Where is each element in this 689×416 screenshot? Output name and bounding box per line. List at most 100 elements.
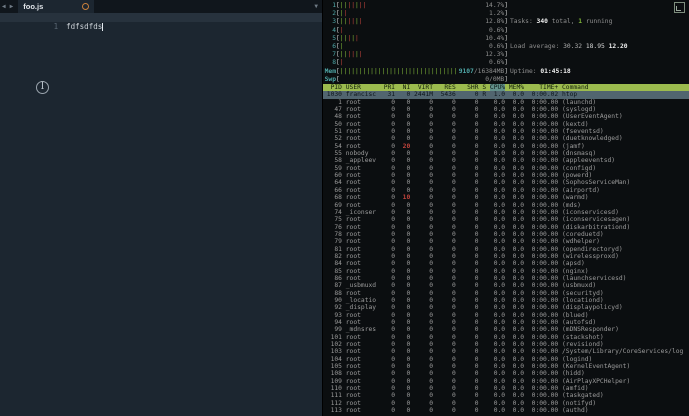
memory-label: Mem [324, 67, 336, 75]
process-row[interactable]: 68 root 0 10 0 0 0 0.0 0.0 0:00.00 (warm… [323, 194, 689, 201]
tab-foo-js[interactable]: foo.js [18, 0, 95, 13]
cpu-meter-7: 7[|||||| 12.3%] [324, 51, 508, 59]
process-row[interactable]: 102 root 0 0 0 0 0 0.0 0.0 0:00.00 (revi… [323, 341, 689, 348]
maximize-pane-icon[interactable] [674, 2, 685, 13]
tab-scroll-left-icon[interactable]: ◀ [0, 0, 8, 13]
column-header-command[interactable]: Command [562, 84, 589, 91]
ibeam-pointer-icon: I [36, 79, 49, 94]
process-row[interactable]: 69 root 0 0 0 0 0 0.0 0.0 0:00.00 (mds) [323, 202, 689, 209]
memory-total: /16384MB [473, 67, 505, 75]
process-row[interactable]: 47 root 0 0 0 0 0 0.0 0.0 0:00.00 (syslo… [323, 106, 689, 113]
column-header-shr[interactable]: SHR [460, 84, 478, 91]
process-row[interactable]: 104 root 0 0 0 0 0 0.0 0.0 0:00.00 (logi… [323, 356, 689, 363]
process-row[interactable]: 90 _locatio 0 0 0 0 0 0.0 0.0 0:00.00 (l… [323, 297, 689, 304]
process-row[interactable]: 94 root 0 0 0 0 0 0.0 0.0 0:00.00 (autof… [323, 319, 689, 326]
process-row[interactable]: 86 root 0 0 0 0 0 0.0 0.0 0:00.00 (launc… [323, 275, 689, 282]
cpu-meter-3: 3[|||||| 12.8%] [324, 18, 508, 26]
process-row[interactable]: 87 _usbmuxd 0 0 0 0 0 0.0 0.0 0:00.00 (u… [323, 282, 689, 289]
process-row[interactable]: 50 root 0 0 0 0 0 0.0 0.0 0:00.00 (kextd… [323, 121, 689, 128]
cpu-meter-5: 5[||||| 10.4%] [324, 35, 508, 43]
process-row[interactable]: 66 root 0 0 0 0 0 0.0 0.0 0:00.00 (airpo… [323, 187, 689, 194]
process-row[interactable]: 105 root 0 0 0 0 0 0.0 0.0 0:00.00 (Kern… [323, 363, 689, 370]
meter-bar: || [339, 10, 348, 18]
cpu-id: 4 [332, 26, 336, 34]
tab-title: foo.js [23, 2, 44, 11]
process-row-selected[interactable]: 1030 francisc 31 0 2441M 5436 0 R 1.0 0.… [323, 91, 689, 99]
meter-bar: |||||| [339, 51, 363, 59]
column-header-res[interactable]: RES [437, 84, 455, 91]
swap-label: Swp [324, 75, 336, 83]
process-row[interactable]: 81 root 0 0 0 0 0 0.0 0.0 0:00.00 (opend… [323, 246, 689, 253]
process-table[interactable]: 1030 francisc 31 0 2441M 5436 0 R 1.0 0.… [323, 91, 689, 416]
editor-body[interactable]: 1 fdfsdfds I [0, 13, 322, 416]
meter-bar: | [339, 26, 344, 34]
column-header-pid[interactable]: PID [323, 84, 342, 91]
cpu-id: 3 [332, 18, 336, 26]
cpu-meter-list: 1[||||||| 14.7%] 2[|| 1.2%] 3[|||||| 12.8%] 4[… [324, 2, 508, 84]
current-code-line[interactable]: 1 fdfsdfds [0, 13, 322, 31]
column-header-virt[interactable]: VIRT [414, 84, 433, 91]
cpu-percent: 0.6% [489, 26, 505, 34]
process-row[interactable]: 52 root 0 0 0 0 0 0.0 0.0 0:00.00 (duetk… [323, 135, 689, 142]
cpu-meter-6: 6[| 0.6%] [324, 43, 508, 51]
process-row[interactable]: 84 root 0 0 0 0 0 0.0 0.0 0:00.00 (apsd) [323, 260, 689, 267]
load-average-line: Load average: 30.32 18.95 12.20 [510, 43, 628, 51]
cpu-percent: 14.7% [485, 2, 505, 9]
memory-used: 9107 [458, 67, 474, 75]
process-row[interactable]: 59 root 0 0 0 0 0 0.0 0.0 0:00.00 (confi… [323, 165, 689, 172]
process-row[interactable]: 64 root 0 0 0 0 0 0.0 0.0 0:00.00 (Sopho… [323, 179, 689, 186]
column-header-time[interactable]: TIME+ [528, 84, 558, 91]
process-row[interactable]: 74 _iconser 0 0 0 0 0 0.0 0.0 0:00.00 (i… [323, 209, 689, 216]
cpu-percent: 1.2% [489, 10, 505, 18]
process-table-header[interactable]: PID USER PRI NI VIRT RES SHR S CPU% MEM%… [323, 84, 689, 92]
process-row[interactable]: 54 root 0 20 0 0 0 0.0 0.0 0:00.00 (jamf… [323, 143, 689, 150]
column-header-ni[interactable]: NI [399, 84, 411, 91]
process-row[interactable]: 58 _appleev 0 0 0 0 0 0.0 0.0 0:00.00 (a… [323, 157, 689, 164]
process-row[interactable]: 55 nobody 0 0 0 0 0 0.0 0.0 0:00.00 (dns… [323, 150, 689, 157]
modified-indicator-icon[interactable] [82, 3, 90, 10]
process-row[interactable]: 113 root 0 0 0 0 0 0.0 0.0 0:00.00 (auth… [323, 407, 689, 414]
process-row[interactable]: 76 root 0 0 0 0 0 0.0 0.0 0:00.00 (diska… [323, 224, 689, 231]
process-row[interactable]: 111 root 0 0 0 0 0 0.0 0.0 0:00.00 (task… [323, 392, 689, 399]
process-row[interactable]: 110 root 0 0 0 0 0 0.0 0.0 0:00.00 (amfi… [323, 385, 689, 392]
process-row[interactable]: 78 root 0 0 0 0 0 0.0 0.0 0:00.00 (cored… [323, 231, 689, 238]
editor-pane: ◀ ▶ foo.js ▼ 1 fdfsdfds I [0, 0, 322, 416]
cpu-percent: 10.4% [485, 34, 505, 42]
column-header-s[interactable]: S [482, 84, 486, 91]
terminal-pane[interactable]: 1[||||||| 14.7%] 2[|| 1.2%] 3[|||||| 12.8%] 4[… [323, 0, 689, 416]
process-row[interactable]: 112 root 0 0 0 0 0 0.0 0.0 0:00.00 (noti… [323, 400, 689, 407]
meter-bar: ||||| [339, 34, 359, 42]
process-row[interactable]: 82 root 0 0 0 0 0 0.0 0.0 0:00.00 (wirel… [323, 253, 689, 260]
process-row[interactable]: 108 root 0 0 0 0 0 0.0 0.0 0:00.00 (hidd… [323, 370, 689, 377]
column-header-mem[interactable]: MEM% [509, 84, 524, 91]
memory-meter: Mem[|||||||||||||||||||||||||||||||||910… [324, 67, 508, 75]
process-row[interactable]: 103 root 0 0 0 0 0 0.0 0.0 0:00.00 /Syst… [323, 348, 689, 355]
uptime-line: Uptime: 01:45:18 [510, 67, 571, 75]
cpu-percent: 0.6% [489, 42, 505, 50]
cpu-id: 5 [332, 34, 336, 42]
process-row[interactable]: 99 _mdnsres 0 0 0 0 0 0.0 0.0 0:00.00 (m… [323, 326, 689, 333]
process-row[interactable]: 101 root 0 0 0 0 0 0.0 0.0 0:00.00 (stac… [323, 334, 689, 341]
tab-list-dropdown-icon[interactable]: ▼ [314, 0, 318, 13]
process-row[interactable]: 88 root 0 0 0 0 0 0.0 0.0 0:00.00 (secur… [323, 290, 689, 297]
process-row[interactable]: 48 root 0 0 0 0 0 0.0 0.0 0:00.00 (UserE… [323, 113, 689, 120]
process-row[interactable]: 93 root 0 0 0 0 0 0.0 0.0 0:00.00 (blued… [323, 312, 689, 319]
column-header-cpu[interactable]: CPU% [489, 84, 506, 91]
process-row[interactable]: 75 root 0 0 0 0 0 0.0 0.0 0:00.00 (icons… [323, 216, 689, 223]
process-row[interactable]: 51 root 0 0 0 0 0 0.0 0.0 0:00.00 (fseve… [323, 128, 689, 135]
swap-value: 0/0MB [485, 75, 505, 83]
cpu-id: 8 [332, 59, 336, 67]
column-header-pri[interactable]: PRI [384, 84, 395, 91]
process-row[interactable]: 92 _display 0 0 0 0 0 0.0 0.0 0:00.00 (d… [323, 304, 689, 311]
cpu-meter-1: 1[||||||| 14.7%] [324, 2, 508, 10]
load-2: 18.95 [585, 43, 605, 51]
process-row[interactable]: 79 root 0 0 0 0 0 0.0 0.0 0:00.00 (wdhel… [323, 238, 689, 245]
process-row[interactable]: 1 root 0 0 0 0 0 0.0 0.0 0:00.00 (launch… [323, 99, 689, 106]
process-row[interactable]: 60 root 0 0 0 0 0 0.0 0.0 0:00.00 (power… [323, 172, 689, 179]
process-row[interactable]: 85 root 0 0 0 0 0 0.0 0.0 0:00.00 (nginx… [323, 268, 689, 275]
tab-scroll-right-icon[interactable]: ▶ [8, 0, 16, 13]
cpu-meter-4: 4[| 0.6%] [324, 27, 508, 35]
column-header-user[interactable]: USER [346, 84, 380, 91]
process-row[interactable]: 109 root 0 0 0 0 0 0.0 0.0 0:00.00 (AirP… [323, 378, 689, 385]
tasks-line: Tasks: 340 total, 1 running [510, 18, 613, 26]
